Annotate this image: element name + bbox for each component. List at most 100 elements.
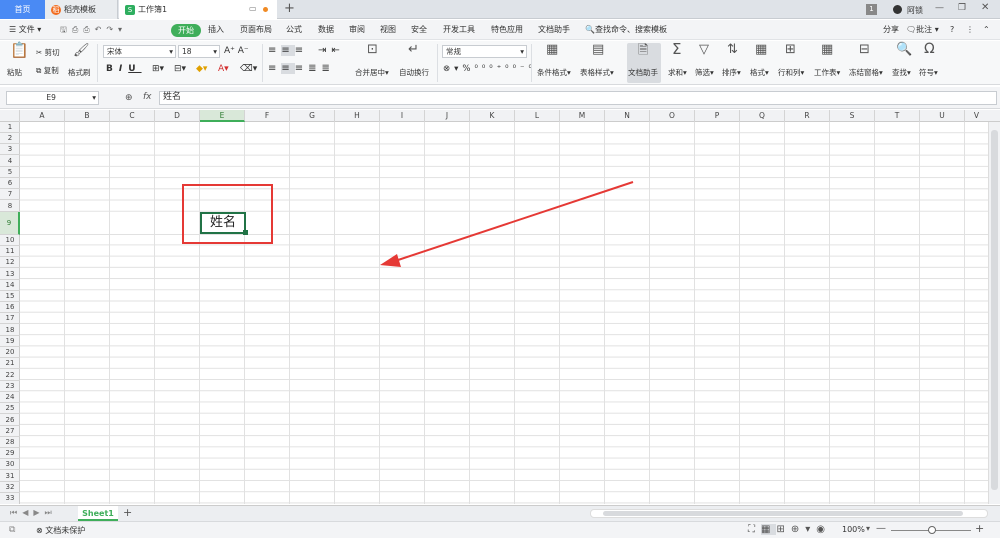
conditional-format-button[interactable]: 条件格式▾ xyxy=(537,67,571,78)
zoom-formula-icon[interactable]: ⊕ xyxy=(125,93,133,103)
font-grow-icon[interactable]: A⁺ A⁻ xyxy=(224,46,249,56)
vertical-align-icons[interactable]: ≡≡≡ xyxy=(268,45,308,56)
minimize-icon[interactable]: — xyxy=(935,3,944,13)
row-header[interactable]: 6 xyxy=(0,178,20,190)
more-icon[interactable]: ⋮ xyxy=(966,20,974,40)
freeze-icon[interactable]: ⊟ xyxy=(859,43,870,56)
row-header[interactable]: 28 xyxy=(0,437,20,448)
filter-button[interactable]: 筛选▾ xyxy=(695,67,714,78)
add-sheet-icon[interactable]: + xyxy=(123,506,132,519)
comment-button[interactable]: 🗨批注 ▾ xyxy=(906,20,939,40)
share-button[interactable]: 分享 xyxy=(883,20,899,40)
row-header[interactable]: 20 xyxy=(0,347,20,359)
user-name[interactable]: 阿锁 xyxy=(907,5,923,16)
format-button[interactable]: 格式▾ xyxy=(750,67,769,78)
column-header[interactable]: Q xyxy=(740,110,785,122)
column-header[interactable]: H xyxy=(335,110,380,122)
column-header[interactable]: M xyxy=(560,110,605,122)
monitor-icon[interactable]: ▭ xyxy=(249,4,257,13)
font-style-buttons[interactable]: BIU xyxy=(106,64,142,74)
quick-access-toolbar[interactable]: 🖫⎙⎙↶↷▾ xyxy=(60,20,127,40)
row-header[interactable]: 5 xyxy=(0,167,20,178)
auto-wrap-icon[interactable]: ↵ xyxy=(408,43,419,56)
column-header[interactable]: I xyxy=(380,110,425,122)
paste-icon[interactable]: 📋 xyxy=(10,43,29,58)
row-header[interactable]: 11 xyxy=(0,246,20,258)
menu-start[interactable]: 开始 xyxy=(171,24,201,37)
command-search[interactable]: 🔍查找命令、搜索模板 xyxy=(585,20,667,40)
filter-icon[interactable]: ▽ xyxy=(699,43,709,56)
font-size-select[interactable]: 18 ▾ xyxy=(178,45,220,58)
row-header[interactable]: 21 xyxy=(0,358,20,370)
paste-button[interactable]: 粘贴 xyxy=(7,67,22,78)
new-tab-icon[interactable]: + xyxy=(284,1,295,16)
sum-button[interactable]: 求和▾ xyxy=(668,67,687,78)
merge-center-icon[interactable]: ⊡ xyxy=(367,43,378,56)
close-icon[interactable]: ✕ xyxy=(981,2,989,13)
row-header[interactable]: 25 xyxy=(0,403,20,415)
column-header[interactable]: O xyxy=(650,110,695,122)
zoom-slider-thumb[interactable] xyxy=(928,526,936,534)
row-header[interactable]: 22 xyxy=(0,370,20,381)
column-header[interactable]: D xyxy=(155,110,200,122)
tab-home[interactable]: 首页 xyxy=(0,0,45,19)
menu-view[interactable]: 视图 xyxy=(380,20,396,40)
restore-icon[interactable]: ❐ xyxy=(958,3,966,13)
menu-features[interactable]: 特色应用 xyxy=(491,20,523,40)
menu-doc-helper[interactable]: 文档助手 xyxy=(538,20,570,40)
conditional-format-icon[interactable]: ▦ xyxy=(546,43,558,56)
zoom-level[interactable]: 100% xyxy=(842,525,865,534)
column-header[interactable]: B xyxy=(65,110,110,122)
cell-style-icon[interactable]: ⊟▾ xyxy=(174,64,186,74)
format-painter-button[interactable]: 格式刷 xyxy=(68,67,91,78)
copy-button[interactable]: ⧉ 复制 xyxy=(36,65,59,76)
menu-file[interactable]: ☰ 文件 ▾ xyxy=(9,20,41,40)
column-header-active[interactable]: E xyxy=(200,110,245,122)
horizontal-scrollbar[interactable] xyxy=(590,509,988,518)
row-header[interactable]: 33 xyxy=(0,493,20,504)
doc-protect-status[interactable]: ⊗ 文档未保护 xyxy=(36,525,85,536)
column-header[interactable]: V xyxy=(965,110,988,122)
window-count-badge[interactable]: 1 xyxy=(866,4,877,15)
horizontal-align-icons[interactable]: ≡≡≡≣≣ xyxy=(268,63,335,74)
formula-input[interactable]: 姓名 xyxy=(159,91,997,105)
row-header[interactable]: 24 xyxy=(0,392,20,404)
row-header[interactable]: 7 xyxy=(0,189,20,201)
column-header[interactable]: U xyxy=(920,110,965,122)
doc-helper-button[interactable]: 🗎 文档助手 xyxy=(627,43,661,83)
row-header[interactable]: 19 xyxy=(0,336,20,347)
indent-icons[interactable]: ⇥⇤ xyxy=(318,45,345,56)
number-format-select[interactable]: 常规 ▾ xyxy=(442,45,527,58)
column-header[interactable]: T xyxy=(875,110,920,122)
row-header[interactable]: 30 xyxy=(0,459,20,471)
menu-review[interactable]: 审阅 xyxy=(349,20,365,40)
symbol-button[interactable]: 符号▾ xyxy=(919,67,938,78)
vertical-scrollbar[interactable] xyxy=(988,122,1000,504)
row-header[interactable]: 3 xyxy=(0,144,20,156)
row-header[interactable]: 13 xyxy=(0,269,20,280)
row-header[interactable]: 31 xyxy=(0,471,20,482)
column-header[interactable]: K xyxy=(470,110,515,122)
table-style-button[interactable]: 表格样式▾ xyxy=(580,67,614,78)
font-name-select[interactable]: 宋体 ▾ xyxy=(103,45,176,58)
row-header[interactable]: 27 xyxy=(0,426,20,437)
column-header[interactable]: L xyxy=(515,110,560,122)
vertical-scroll-thumb[interactable] xyxy=(991,130,998,490)
border-icon[interactable]: ⊞▾ xyxy=(152,64,164,74)
menu-formula[interactable]: 公式 xyxy=(286,20,302,40)
help-icon[interactable]: ? xyxy=(950,20,954,40)
avatar[interactable] xyxy=(893,5,902,14)
merge-center-button[interactable]: 合并居中▾ xyxy=(355,67,389,78)
row-header[interactable]: 29 xyxy=(0,448,20,460)
format-icon[interactable]: ▦ xyxy=(755,43,767,56)
number-style-icons[interactable]: ⊗▾%⁰⁰⁰⁺⁰⁰⁻⁰ xyxy=(443,64,536,74)
auto-wrap-button[interactable]: 自动换行 xyxy=(399,67,429,78)
table-style-icon[interactable]: ▤ xyxy=(592,43,604,56)
row-header[interactable]: 1 xyxy=(0,122,20,133)
sort-button[interactable]: 排序▾ xyxy=(722,67,741,78)
row-col-button[interactable]: 行和列▾ xyxy=(778,67,804,78)
cut-button[interactable]: ✂ 剪切 xyxy=(36,47,60,58)
row-header[interactable]: 8 xyxy=(0,201,20,212)
column-header[interactable]: F xyxy=(245,110,290,122)
menu-page-layout[interactable]: 页面布局 xyxy=(240,20,272,40)
